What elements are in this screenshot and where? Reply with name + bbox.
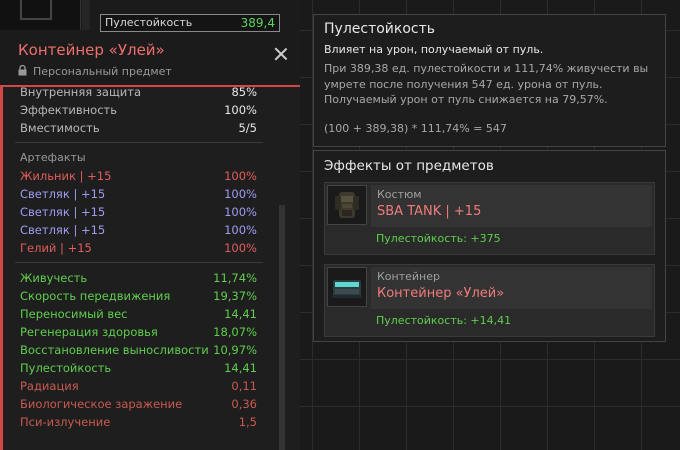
effect-label: Биологическое заражение	[20, 397, 183, 411]
artifact-row[interactable]: Светляк | +15 100%	[15, 185, 263, 203]
divider	[15, 262, 263, 263]
artifact-label: Светляк | +15	[20, 187, 106, 201]
effect-card-info: Контейнер Контейнер «Улей»	[371, 267, 652, 309]
effect-row[interactable]: Биологическое заражение 0,36	[15, 395, 263, 413]
artifact-label: Гелий | +15	[20, 241, 92, 255]
effect-card-effect: Пулестойкость: +375	[376, 232, 501, 245]
stat-summary-label: Пулестойкость	[105, 16, 193, 29]
item-title: Контейнер «Улей»	[18, 41, 165, 59]
tooltip-formula: (100 + 389,38) * 111,74% = 547	[324, 122, 507, 135]
item-header: Контейнер «Улей» Персональный предмет	[0, 35, 300, 87]
effect-label: Регенерация здоровья	[20, 325, 158, 339]
stat-tooltip: Пулестойкость Влияет на урон, получаемый…	[313, 14, 666, 147]
divider	[82, 0, 90, 30]
scrollbar-thumb[interactable]	[279, 95, 285, 205]
effect-value: 11,74%	[213, 271, 257, 285]
artifact-label: Светляк | +15	[20, 205, 106, 219]
effect-label: Переносимый вес	[20, 307, 128, 321]
effects-panel: Эффекты от предметов Костюм SBA TANK | +…	[313, 150, 666, 342]
stat-summary-value: 389,4	[240, 16, 275, 30]
artifact-label: Жильник | +15	[20, 169, 112, 183]
effect-row[interactable]: Радиация 0,11	[15, 377, 263, 395]
effect-label: Радиация	[20, 379, 79, 393]
effect-value: 10,97%	[213, 343, 257, 357]
effect-label: Восстановление выносливости	[20, 343, 209, 357]
inventory-slot[interactable]	[0, 0, 81, 30]
effect-card-info: Костюм SBA TANK | +15	[371, 185, 652, 227]
container-icon	[327, 267, 367, 307]
artifact-value: 100%	[224, 223, 257, 237]
effect-value: 14,41	[224, 361, 257, 375]
stat-row: Эффективность 100%	[15, 101, 263, 119]
artifact-value: 100%	[224, 187, 257, 201]
effect-label: Скорость передвижения	[20, 289, 171, 303]
effect-value: 18,07%	[213, 325, 257, 339]
effect-card-effect: Пулестойкость: +14,41	[376, 314, 512, 327]
effect-label: Пулестойкость	[20, 361, 112, 375]
effect-card[interactable]: Контейнер Контейнер «Улей» Пулестойкость…	[324, 264, 655, 337]
stat-row: Вместимость 5/5	[15, 119, 263, 137]
effect-card-name: Контейнер «Улей»	[377, 286, 505, 301]
effect-value: 19,37%	[213, 289, 257, 303]
effect-value: 0,36	[231, 397, 257, 411]
armor-suit-icon	[327, 185, 367, 225]
effect-row[interactable]: Пулестойкость 14,41	[15, 359, 263, 377]
effects-title: Эффекты от предметов	[324, 158, 494, 174]
effect-card-name: SBA TANK | +15	[377, 204, 482, 219]
effect-row[interactable]: Скорость передвижения 19,37%	[15, 287, 263, 305]
stat-label: Эффективность	[20, 103, 118, 117]
stat-value: 85%	[231, 87, 257, 99]
effect-card[interactable]: Костюм SBA TANK | +15 Пулестойкость: +37…	[324, 182, 655, 255]
effect-row[interactable]: Переносимый вес 14,41	[15, 305, 263, 323]
artifact-value: 100%	[224, 169, 257, 183]
stat-summary-row[interactable]: Пулестойкость 389,4	[100, 14, 280, 32]
effect-row[interactable]: Восстановление выносливости 10,97%	[15, 341, 263, 359]
effect-row[interactable]: Регенерация здоровья 18,07%	[15, 323, 263, 341]
artifact-row[interactable]: Жильник | +15 100%	[15, 167, 263, 185]
stat-value: 5/5	[238, 121, 257, 135]
stat-row: Внутренняя защита 85%	[15, 87, 263, 101]
item-subtitle-text: Персональный предмет	[33, 65, 172, 78]
tooltip-description: При 389,38 ед. пулестойкости и 111,74% ж…	[324, 62, 649, 106]
effect-value: 1,5	[238, 415, 257, 429]
effect-row[interactable]: Живучесть 11,74%	[15, 269, 263, 287]
effect-label: Живучесть	[20, 271, 88, 285]
tooltip-title: Пулестойкость	[324, 21, 436, 37]
effect-value: 0,11	[231, 379, 257, 393]
effect-value: 14,41	[224, 307, 257, 321]
artifact-row[interactable]: Светляк | +15 100%	[15, 221, 263, 239]
artifact-label: Светляк | +15	[20, 223, 106, 237]
artifact-value: 100%	[224, 241, 257, 255]
effect-row[interactable]: Пси-излучение 1,5	[15, 413, 263, 431]
effect-card-category: Контейнер	[377, 270, 440, 283]
artifact-row[interactable]: Светляк | +15 100%	[15, 203, 263, 221]
item-info-panel: Контейнер «Улей» Персональный предмет Вн…	[0, 35, 300, 450]
close-icon[interactable]	[274, 47, 288, 61]
stat-label: Вместимость	[20, 121, 100, 135]
artifact-row[interactable]: Гелий | +15 100%	[15, 239, 263, 257]
stat-label: Внутренняя защита	[20, 87, 142, 99]
effect-label: Пси-излучение	[20, 415, 111, 429]
stat-value: 100%	[224, 103, 257, 117]
item-stats: Внутренняя защита 85% Эффективность 100% В…	[15, 87, 263, 450]
artifacts-header: Артефакты	[20, 151, 86, 164]
tooltip-subtitle: Влияет на урон, получаемый от пуль.	[324, 43, 544, 56]
artifact-value: 100%	[224, 205, 257, 219]
scrollbar-track[interactable]	[279, 205, 285, 450]
lock-icon	[18, 64, 27, 79]
item-subtitle: Персональный предмет	[18, 64, 172, 79]
effect-card-category: Костюм	[377, 188, 422, 201]
divider	[15, 142, 263, 143]
